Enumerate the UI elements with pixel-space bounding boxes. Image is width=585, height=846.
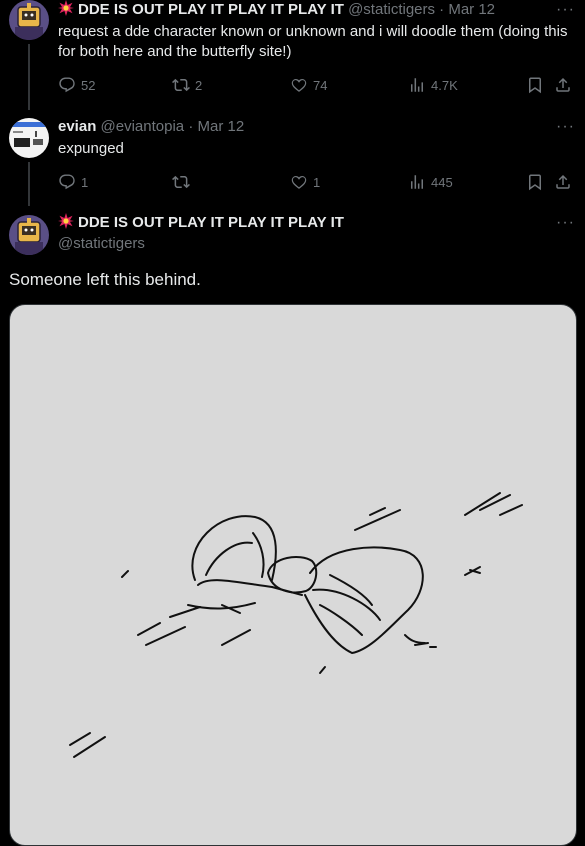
tweet-media-image[interactable] (9, 304, 577, 846)
handle[interactable]: @statictigers (348, 1, 435, 18)
separator: · (188, 118, 194, 135)
display-name[interactable]: DDE IS OUT PLAY IT PLAY IT PLAY IT (78, 1, 344, 18)
avatar-image-icon (9, 215, 49, 255)
bookmark-button[interactable] (526, 172, 544, 192)
share-icon (554, 173, 572, 191)
share-icon (554, 76, 572, 94)
display-name[interactable]: evian (58, 118, 96, 135)
avatar[interactable] (9, 0, 49, 40)
bookmark-button[interactable] (526, 75, 544, 95)
avatar[interactable] (9, 118, 49, 158)
like-icon (290, 173, 308, 191)
like-count: 1 (313, 174, 321, 190)
like-button[interactable]: 74 (290, 75, 327, 95)
repost-button[interactable]: 2 (172, 75, 202, 95)
reply-icon (58, 76, 76, 94)
reply-icon (58, 173, 76, 191)
reply-count: 52 (81, 77, 96, 93)
view-count: 4.7K (431, 77, 458, 93)
views-button[interactable]: 4.7K (408, 75, 458, 95)
views-icon (408, 76, 426, 94)
tweet-header-handle: @statictigers (58, 234, 145, 254)
tweet-header: DDE IS OUT PLAY IT PLAY IT PLAY IT @stat… (58, 0, 495, 20)
like-count: 74 (313, 77, 328, 93)
tweet-text: request a dde character known or unknown… (58, 23, 568, 60)
reply-button[interactable]: 1 (58, 172, 88, 192)
repost-icon (172, 173, 190, 191)
bookmark-icon (526, 76, 544, 94)
more-options-button[interactable]: ··· (556, 215, 575, 231)
bow-drawing-icon (69, 492, 523, 758)
like-icon (290, 76, 308, 94)
thread-line (28, 44, 30, 110)
thread-line (28, 162, 30, 206)
share-button[interactable] (554, 75, 572, 95)
share-button[interactable] (554, 172, 572, 192)
more-options-button[interactable]: ··· (556, 119, 575, 135)
avatar-image-icon (9, 0, 49, 40)
tweet-date[interactable]: Mar 12 (448, 1, 495, 18)
repost-count: 2 (195, 77, 203, 93)
spark-emoji-icon (58, 213, 74, 229)
bookmark-icon (526, 173, 544, 191)
avatar-image-icon (9, 118, 49, 158)
avatar[interactable] (9, 215, 49, 255)
display-name[interactable]: DDE IS OUT PLAY IT PLAY IT PLAY IT (78, 214, 344, 231)
tweet-date[interactable]: Mar 12 (198, 118, 245, 135)
reply-count: 1 (81, 174, 89, 190)
views-icon (408, 173, 426, 191)
tweet-text: expunged (58, 140, 124, 157)
spark-emoji-icon (58, 0, 74, 16)
tweet-1[interactable]: DDE IS OUT PLAY IT PLAY IT PLAY IT @stat… (0, 0, 585, 110)
tweet-2[interactable]: evian @eviantopia · Mar 12 ··· expunged … (0, 117, 585, 206)
more-options-button[interactable]: ··· (556, 2, 575, 18)
view-count: 445 (431, 174, 453, 190)
tweet-header: DDE IS OUT PLAY IT PLAY IT PLAY IT (58, 213, 344, 233)
repost-button[interactable] (172, 172, 195, 192)
reply-button[interactable]: 52 (58, 75, 95, 95)
separator: · (439, 1, 445, 18)
handle[interactable]: @statictigers (58, 235, 145, 252)
tweet-actions: 1 1 445 (58, 172, 578, 192)
tweet-actions: 52 2 74 4.7K (58, 75, 578, 95)
tweet-header: evian @eviantopia · Mar 12 (58, 117, 244, 137)
views-button[interactable]: 445 (408, 172, 453, 192)
handle[interactable]: @eviantopia (101, 118, 185, 135)
like-button[interactable]: 1 (290, 172, 320, 192)
tweet-text: Someone left this behind. (9, 270, 201, 289)
repost-icon (172, 76, 190, 94)
